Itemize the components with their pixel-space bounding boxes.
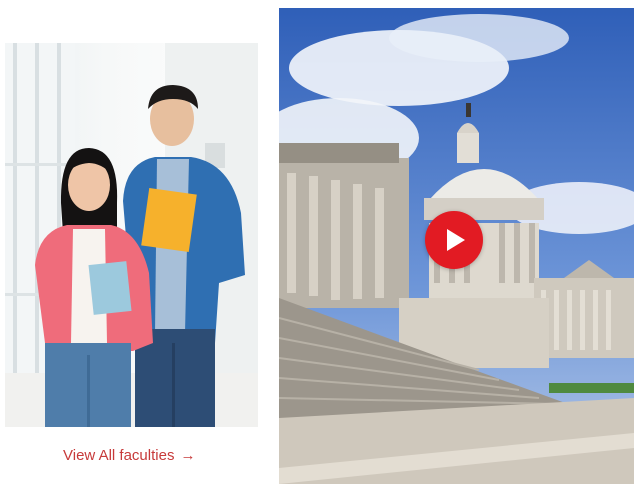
arrow-right-icon: → <box>180 447 196 464</box>
play-video-button[interactable] <box>425 211 483 269</box>
students-photo <box>5 43 258 427</box>
view-all-faculties-link[interactable]: View All faculties → <box>63 447 195 464</box>
students-image <box>5 43 258 427</box>
play-icon <box>447 229 465 251</box>
view-all-faculties-label: View All faculties <box>63 447 175 464</box>
video-thumbnail[interactable] <box>279 8 634 484</box>
